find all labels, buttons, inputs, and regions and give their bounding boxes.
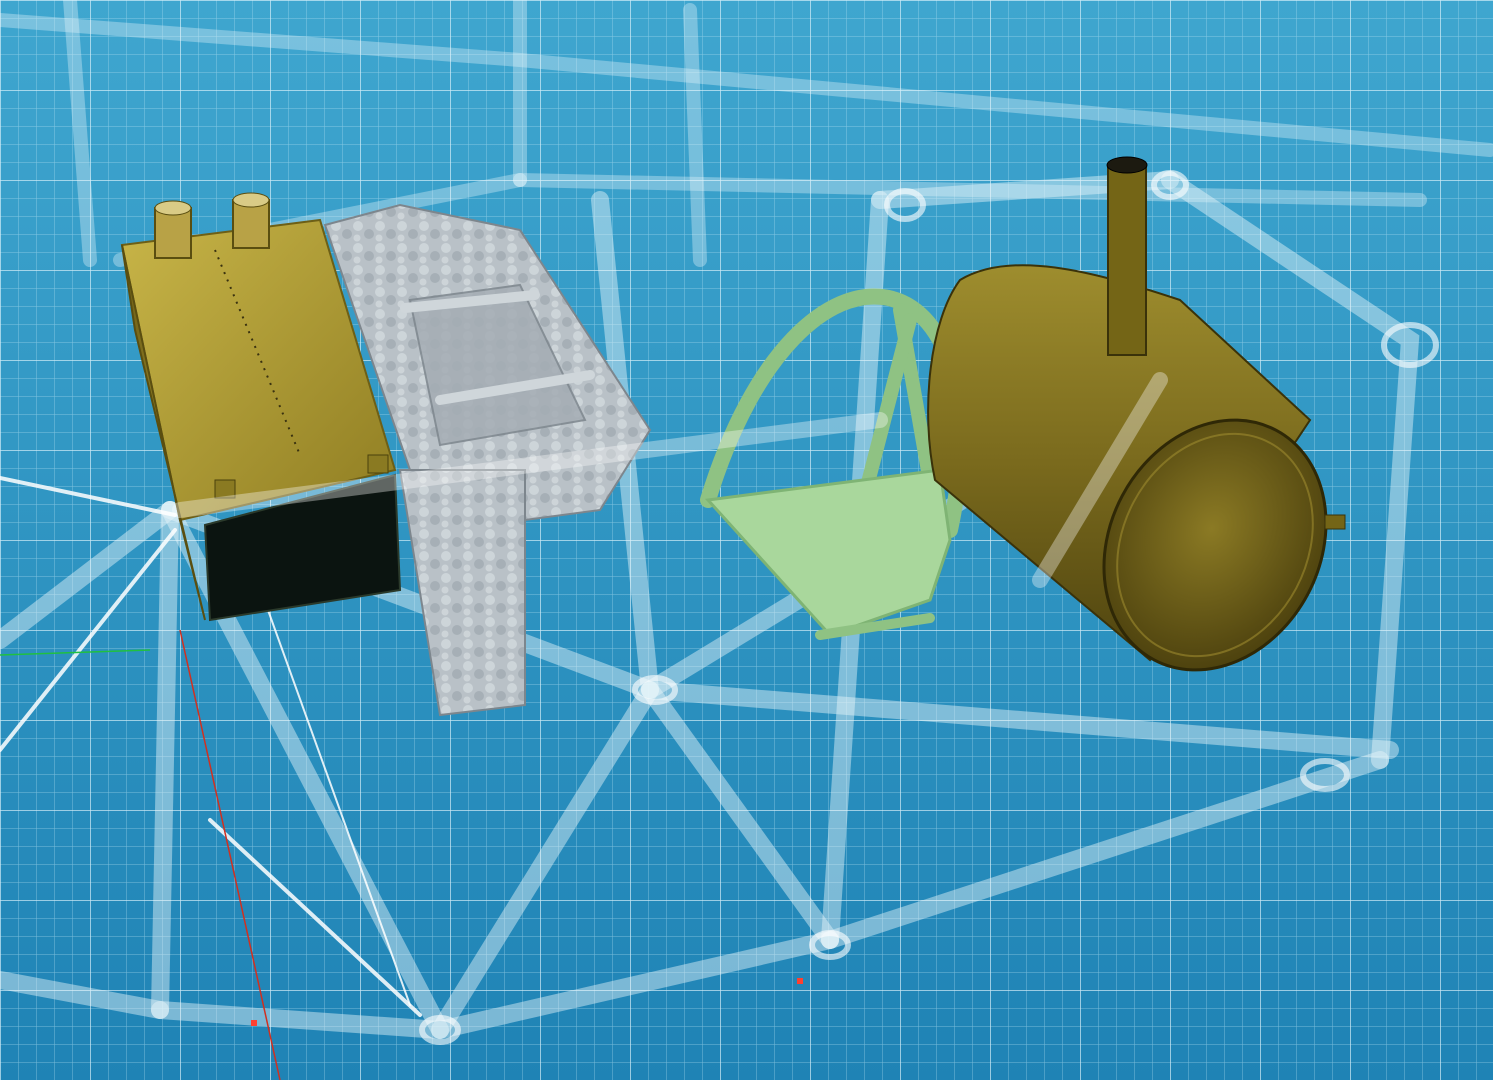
filler-cap-left[interactable] (154, 200, 192, 259)
filler-cap-right[interactable] (232, 192, 270, 249)
filler-neck[interactable] (1106, 156, 1148, 356)
3d-scene[interactable] (0, 0, 1493, 1080)
3d-viewport[interactable] (0, 0, 1493, 1080)
